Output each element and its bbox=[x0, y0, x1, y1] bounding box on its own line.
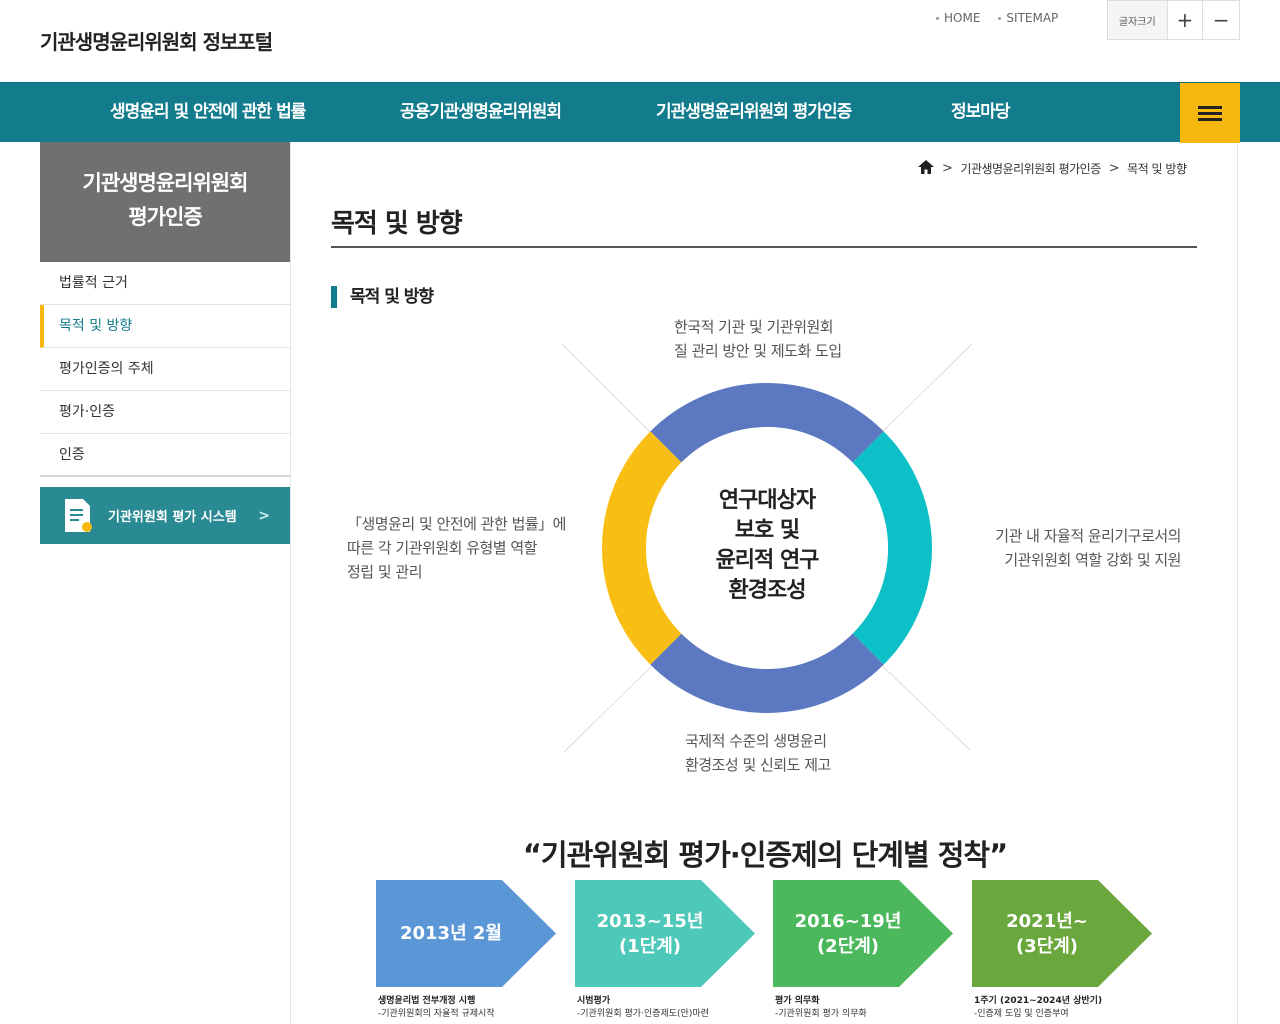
diagram-guide-line bbox=[561, 343, 661, 443]
stage-description-text: -기관위원회의 자율적 규제시작 bbox=[378, 1009, 495, 1019]
stage-label-line1: 2016~19년 bbox=[794, 910, 902, 932]
page-title: 목적 및 방향 bbox=[331, 209, 463, 239]
stage-description-title: 생명윤리법 전부개정 시행 bbox=[378, 996, 476, 1006]
stage-description-title: 평가 의무화 bbox=[775, 996, 820, 1006]
stage-label-line1: 2021년~ bbox=[1006, 910, 1088, 932]
nav-item-public-irb[interactable]: 공용기관생명윤리위원회 bbox=[400, 83, 562, 143]
goal-top: 한국적 기관 및 기관위원회 질 관리 방안 및 제도화 도입 bbox=[674, 318, 842, 360]
title-divider bbox=[331, 246, 1197, 248]
stage-label-line2: (1단계) bbox=[618, 935, 682, 957]
stage-description-title: 시범평가 bbox=[577, 996, 611, 1006]
stage-description: 시범평가 -기관위원회 평가·인증제도(안)마련 bbox=[577, 995, 757, 1021]
site-title[interactable]: 기관생명윤리위원회 정보포털 bbox=[40, 26, 273, 55]
diagram-guide-line bbox=[871, 655, 971, 751]
stage-description-title: 1주기 (2021~2024년 상반기) bbox=[974, 996, 1103, 1006]
breadcrumb: > 기관생명윤리위원회 평가인증 > 목적 및 방향 bbox=[918, 160, 1187, 177]
breadcrumb-separator-icon: > bbox=[942, 161, 953, 176]
stage-description: 평가 의무화 -기관위원회 평가 의무화 bbox=[775, 995, 955, 1021]
hamburger-icon bbox=[1198, 103, 1222, 124]
stage-label: 2021년~ (3단계) bbox=[972, 880, 1122, 987]
section-title: 목적 및 방향 bbox=[331, 286, 434, 308]
stage-label: 2016~19년 (2단계) bbox=[773, 880, 923, 987]
diagram-center-text: 연구대상자 보호 및 윤리적 연구 환경조성 bbox=[715, 488, 820, 603]
sidebar-item-evaluation[interactable]: 평가·인증 bbox=[40, 391, 290, 434]
goal-left: 「생명윤리 및 안전에 관한 법률」에 따른 각 기관위원회 유형별 역할 정립… bbox=[347, 515, 566, 581]
sidebar-item-certification[interactable]: 인증 bbox=[40, 434, 290, 477]
nav-item-info[interactable]: 정보마당 bbox=[951, 83, 1011, 143]
stage-description-text: -기관위원회 평가 의무화 bbox=[775, 1009, 867, 1019]
font-decrease-button[interactable]: − bbox=[1203, 1, 1239, 39]
stage-label-line1: 2013~15년 bbox=[596, 910, 704, 932]
font-increase-button[interactable]: + bbox=[1167, 1, 1204, 39]
sidebar-title-line1: 기관생명윤리위원회 bbox=[82, 171, 249, 195]
stage-description: 생명윤리법 전부개정 시행 -기관위원회의 자율적 규제시작 bbox=[378, 995, 558, 1021]
breadcrumb-item-current[interactable]: 목적 및 방향 bbox=[1127, 160, 1187, 177]
sidebar-item-subject[interactable]: 평가인증의 주체 bbox=[40, 348, 290, 391]
stage-description-text: -기관위원회 평가·인증제도(안)마련 bbox=[577, 1009, 709, 1019]
sidebar-menu: 법률적 근거 목적 및 방향 평가인증의 주체 평가·인증 인증 bbox=[40, 262, 290, 477]
header: 기관생명윤리위원회 정보포털 HOME SITEMAP 글자크기 + − bbox=[0, 0, 1280, 82]
breadcrumb-item-accreditation[interactable]: 기관생명윤리위원회 평가인증 bbox=[960, 160, 1101, 177]
evaluation-system-link[interactable]: 기관위원회 평가 시스템 > bbox=[40, 487, 290, 544]
stage-label: 2013년 2월 bbox=[376, 880, 526, 987]
stage-description-text: -인증제 도입 및 인증부여 bbox=[974, 1009, 1069, 1019]
stages-title: “기관위원회 평가·인증제의 단계별 정착” bbox=[522, 838, 1008, 872]
utility-links: HOME SITEMAP bbox=[936, 11, 1058, 25]
chevron-right-icon: > bbox=[258, 507, 270, 524]
document-icon bbox=[63, 498, 93, 534]
goal-right: 기관 내 자율적 윤리기구로서의 기관위원회 역할 강화 및 지원 bbox=[995, 527, 1181, 569]
breadcrumb-separator-icon: > bbox=[1108, 161, 1120, 176]
main-navigation: 생명윤리 및 안전에 관한 법률 공용기관생명윤리위원회 기관생명윤리위원회 평… bbox=[0, 82, 1280, 143]
all-menu-button[interactable] bbox=[1180, 83, 1240, 143]
stage-label: 2013~15년 (1단계) bbox=[575, 880, 725, 987]
stage-label-line1: 2013년 2월 bbox=[399, 923, 502, 944]
nav-item-law[interactable]: 생명윤리 및 안전에 관한 법률 bbox=[110, 83, 306, 143]
diagram-guide-line bbox=[563, 655, 663, 753]
goal-bottom: 국제적 수준의 생명윤리 환경조성 및 신뢰도 제고 bbox=[685, 732, 831, 774]
sidebar-item-purpose[interactable]: 목적 및 방향 bbox=[40, 305, 290, 348]
nav-item-accreditation[interactable]: 기관생명윤리위원회 평가인증 bbox=[656, 83, 852, 143]
sidebar-title: 기관생명윤리위원회 평가인증 bbox=[40, 142, 290, 262]
sidebar-item-legal-basis[interactable]: 법률적 근거 bbox=[40, 262, 290, 305]
diagram-guide-line bbox=[871, 343, 973, 443]
font-size-label: 글자크기 bbox=[1108, 1, 1168, 39]
stage-label-line2: (2단계) bbox=[816, 935, 880, 957]
font-size-control: 글자크기 + − bbox=[1107, 0, 1240, 40]
sidebar-title-line2: 평가인증 bbox=[128, 205, 202, 229]
stage-label-line2: (3단계) bbox=[1015, 935, 1079, 957]
evaluation-system-label: 기관위원회 평가 시스템 bbox=[108, 510, 237, 525]
home-icon[interactable] bbox=[918, 160, 934, 177]
home-link[interactable]: HOME bbox=[936, 11, 980, 25]
sitemap-link[interactable]: SITEMAP bbox=[998, 11, 1058, 25]
stage-description: 1주기 (2021~2024년 상반기) -인증제 도입 및 인증부여 bbox=[974, 995, 1154, 1021]
